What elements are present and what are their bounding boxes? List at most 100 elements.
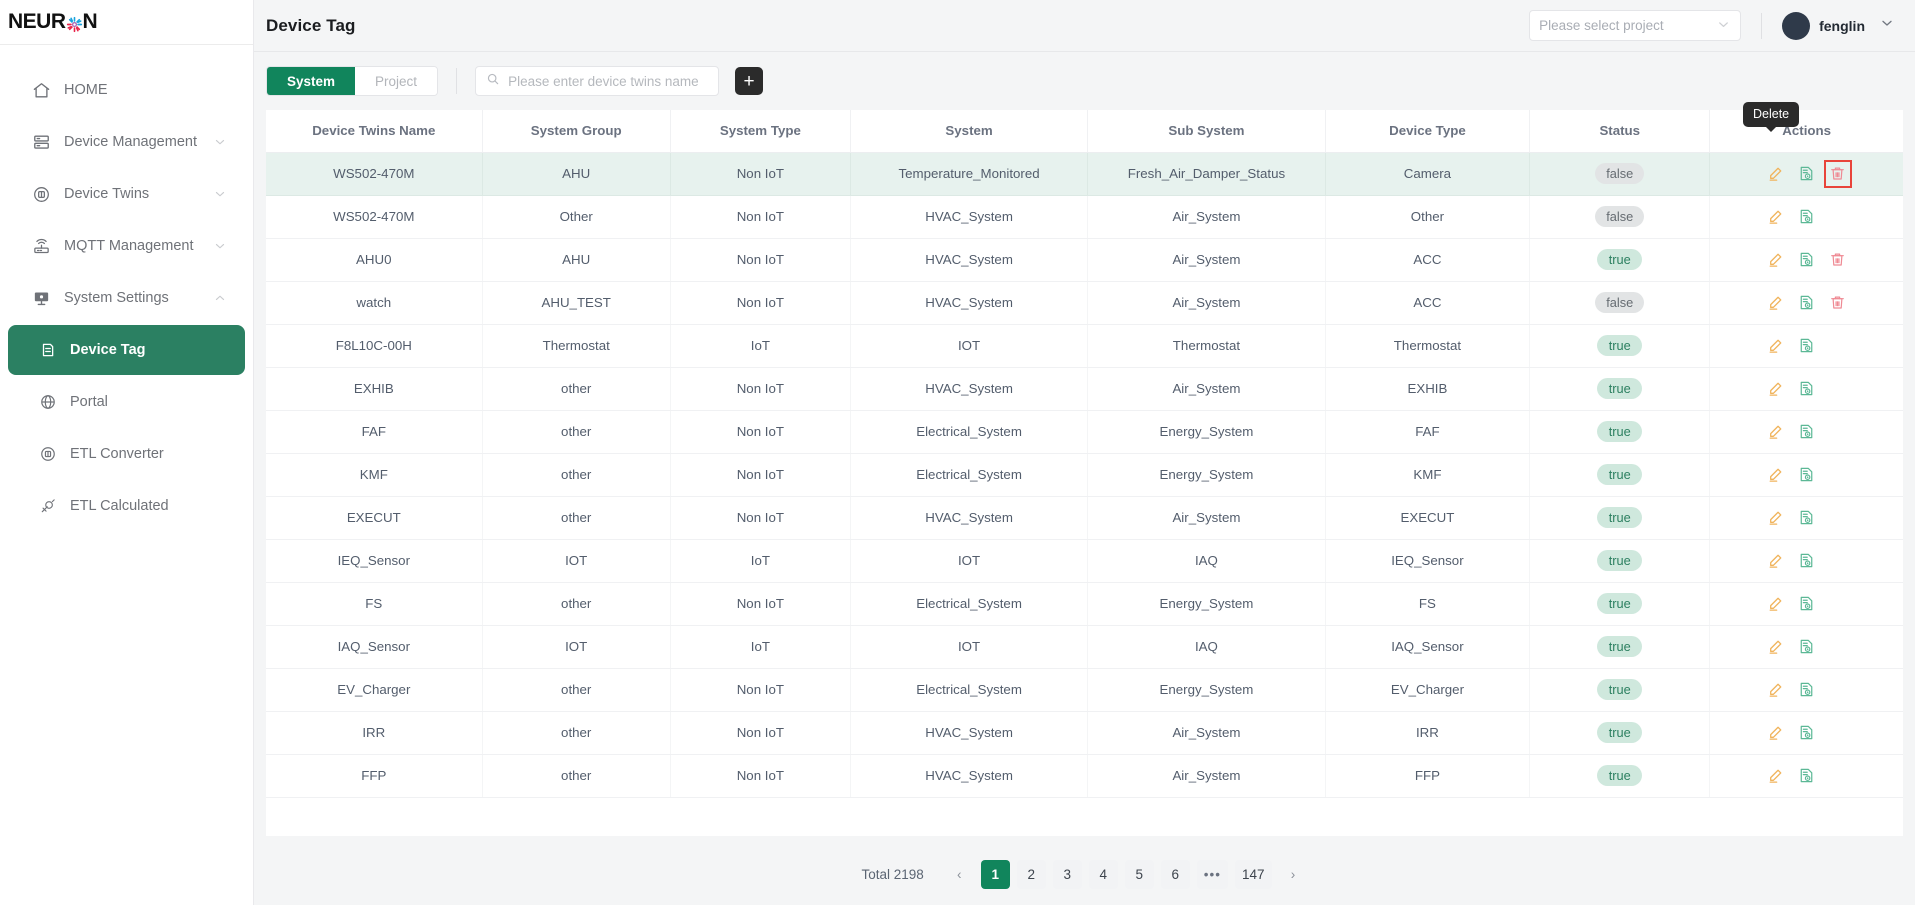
edit-icon[interactable]	[1767, 466, 1785, 484]
edit-icon[interactable]	[1767, 423, 1785, 441]
system-cell: HVAC_System	[850, 711, 1089, 755]
table-row[interactable]: EXECUT other Non IoT HVAC_System Air_System E…	[266, 496, 1903, 540]
pagination-page-147[interactable]: 147	[1234, 859, 1272, 889]
view-icon[interactable]	[1798, 509, 1816, 527]
sidebar-item-etl-converter[interactable]: ETL Converter	[8, 429, 245, 479]
column-status[interactable]: Status	[1529, 110, 1711, 153]
table-row[interactable]: EXHIB other Non IoT HVAC_System Air_System EX…	[266, 367, 1903, 411]
table-row[interactable]: watch AHU_TEST Non IoT HVAC_System Air_Syste…	[266, 281, 1903, 325]
view-icon[interactable]	[1798, 294, 1816, 312]
pagination-page-5[interactable]: 5	[1124, 859, 1154, 889]
table-footer-spacer	[266, 797, 1903, 836]
delete-icon[interactable]	[1823, 159, 1852, 188]
edit-icon[interactable]	[1767, 552, 1785, 570]
system-type-cell: Non IoT	[670, 711, 851, 755]
column-system-type[interactable]: System Type	[670, 110, 851, 153]
edit-icon[interactable]	[1767, 724, 1785, 742]
sidebar-item-portal[interactable]: Portal	[8, 377, 245, 427]
table-row[interactable]: EV_Charger other Non IoT Electrical_System E…	[266, 668, 1903, 712]
view-icon[interactable]	[1798, 165, 1816, 183]
edit-icon[interactable]	[1767, 337, 1785, 355]
sidebar-item-device-twins[interactable]: Device Twins	[8, 169, 245, 219]
pagination-page-2[interactable]: 2	[1016, 859, 1046, 889]
view-icon[interactable]	[1798, 552, 1816, 570]
pagination-page-4[interactable]: 4	[1088, 859, 1118, 889]
chevron-down-icon	[1716, 17, 1731, 35]
view-icon[interactable]	[1798, 767, 1816, 785]
edit-icon[interactable]	[1767, 681, 1785, 699]
system-type-cell: Non IoT	[670, 496, 851, 540]
sidebar-item-home[interactable]: HOME	[8, 65, 245, 115]
table-row[interactable]: IAQ_Sensor IOT IoT IOT IAQ IAQ_Sensor true	[266, 625, 1903, 669]
pagination-ellipsis[interactable]: •••	[1196, 859, 1228, 889]
tab-system[interactable]: System	[267, 67, 356, 95]
sidebar-item-device-tag[interactable]: Device Tag	[8, 325, 245, 375]
table-row[interactable]: FFP other Non IoT HVAC_System Air_System FFP t…	[266, 754, 1903, 798]
actions-cell	[1709, 281, 1903, 325]
pagination-page-6[interactable]: 6	[1160, 859, 1190, 889]
sidebar-item-mqtt-management[interactable]: MQTT Management	[8, 221, 245, 271]
view-icon[interactable]	[1798, 724, 1816, 742]
scope-tabs: System Project	[266, 66, 439, 96]
table-row[interactable]: KMF other Non IoT Electrical_System Energy_S…	[266, 453, 1903, 497]
row-actions	[1710, 159, 1903, 188]
view-icon[interactable]	[1798, 681, 1816, 699]
edit-icon[interactable]	[1767, 638, 1785, 656]
column-system-group[interactable]: System Group	[482, 110, 671, 153]
table-row[interactable]: FAF other Non IoT Electrical_System Energy_S…	[266, 410, 1903, 454]
sidebar-item-etl-calculated[interactable]: ETL Calculated	[8, 481, 245, 531]
view-icon[interactable]	[1798, 595, 1816, 613]
add-button[interactable]: +	[735, 67, 764, 95]
row-actions	[1710, 294, 1903, 312]
system-type-cell: Non IoT	[670, 754, 851, 798]
status-badge: true	[1597, 722, 1643, 743]
table-row[interactable]: IRR other Non IoT HVAC_System Air_System IRR t…	[266, 711, 1903, 755]
view-icon[interactable]	[1798, 423, 1816, 441]
device-tag-table: Device Twins Name System Group System Ty…	[266, 110, 1903, 798]
sidebar-item-device-management[interactable]: Device Management	[8, 117, 245, 167]
delete-icon[interactable]	[1829, 294, 1847, 312]
pagination: Total 2198 ‹ 1 2 3 4 5 6 ••• 147 ›	[254, 836, 1915, 889]
view-icon[interactable]	[1798, 466, 1816, 484]
actions-cell	[1709, 453, 1903, 497]
table-row[interactable]: F8L10C-00H Thermostat IoT IOT Thermostat Ther…	[266, 324, 1903, 368]
column-device-type[interactable]: Device Type	[1325, 110, 1531, 153]
project-select[interactable]: Please select project	[1529, 10, 1742, 41]
edit-icon[interactable]	[1767, 208, 1785, 226]
table-row[interactable]: WS502-470M AHU Non IoT Temperature_Monitore…	[266, 152, 1903, 196]
sidebar: NEUR N HOME Device Management Device Twi…	[0, 0, 254, 905]
edit-icon[interactable]	[1767, 294, 1785, 312]
edit-icon[interactable]	[1767, 251, 1785, 269]
column-device-twins-name[interactable]: Device Twins Name	[266, 110, 483, 153]
column-actions: Actions	[1709, 110, 1903, 153]
pagination-page-3[interactable]: 3	[1052, 859, 1082, 889]
search-input[interactable]: Please enter device twins name	[475, 66, 720, 96]
table-row[interactable]: AHU0 AHU Non IoT HVAC_System Air_System ACC tr…	[266, 238, 1903, 282]
edit-icon[interactable]	[1767, 767, 1785, 785]
home-icon	[30, 79, 52, 101]
delete-icon[interactable]	[1829, 251, 1847, 269]
edit-icon[interactable]	[1767, 595, 1785, 613]
edit-icon[interactable]	[1767, 165, 1785, 183]
view-icon[interactable]	[1798, 251, 1816, 269]
pagination-prev[interactable]: ‹	[945, 860, 974, 889]
table-row[interactable]: IEQ_Sensor IOT IoT IOT IAQ IEQ_Sensor true	[266, 539, 1903, 583]
view-icon[interactable]	[1798, 638, 1816, 656]
view-icon[interactable]	[1798, 337, 1816, 355]
pagination-next[interactable]: ›	[1279, 860, 1308, 889]
tab-project[interactable]: Project	[355, 67, 438, 95]
column-sub-system[interactable]: Sub System	[1087, 110, 1326, 153]
sidebar-item-system-settings[interactable]: System Settings	[8, 273, 245, 323]
pagination-page-1[interactable]: 1	[980, 859, 1010, 889]
device-type-cell: ACC	[1325, 281, 1531, 325]
table-row[interactable]: WS502-470M Other Non IoT HVAC_System Air_Sys…	[266, 195, 1903, 239]
user-menu[interactable]: fenglin	[1782, 11, 1895, 40]
brand-logo[interactable]: NEUR N	[0, 0, 253, 45]
table-row[interactable]: FS other Non IoT Electrical_System Energy_Sy…	[266, 582, 1903, 626]
row-actions	[1710, 337, 1903, 355]
edit-icon[interactable]	[1767, 380, 1785, 398]
column-system[interactable]: System	[850, 110, 1089, 153]
view-icon[interactable]	[1798, 380, 1816, 398]
view-icon[interactable]	[1798, 208, 1816, 226]
edit-icon[interactable]	[1767, 509, 1785, 527]
